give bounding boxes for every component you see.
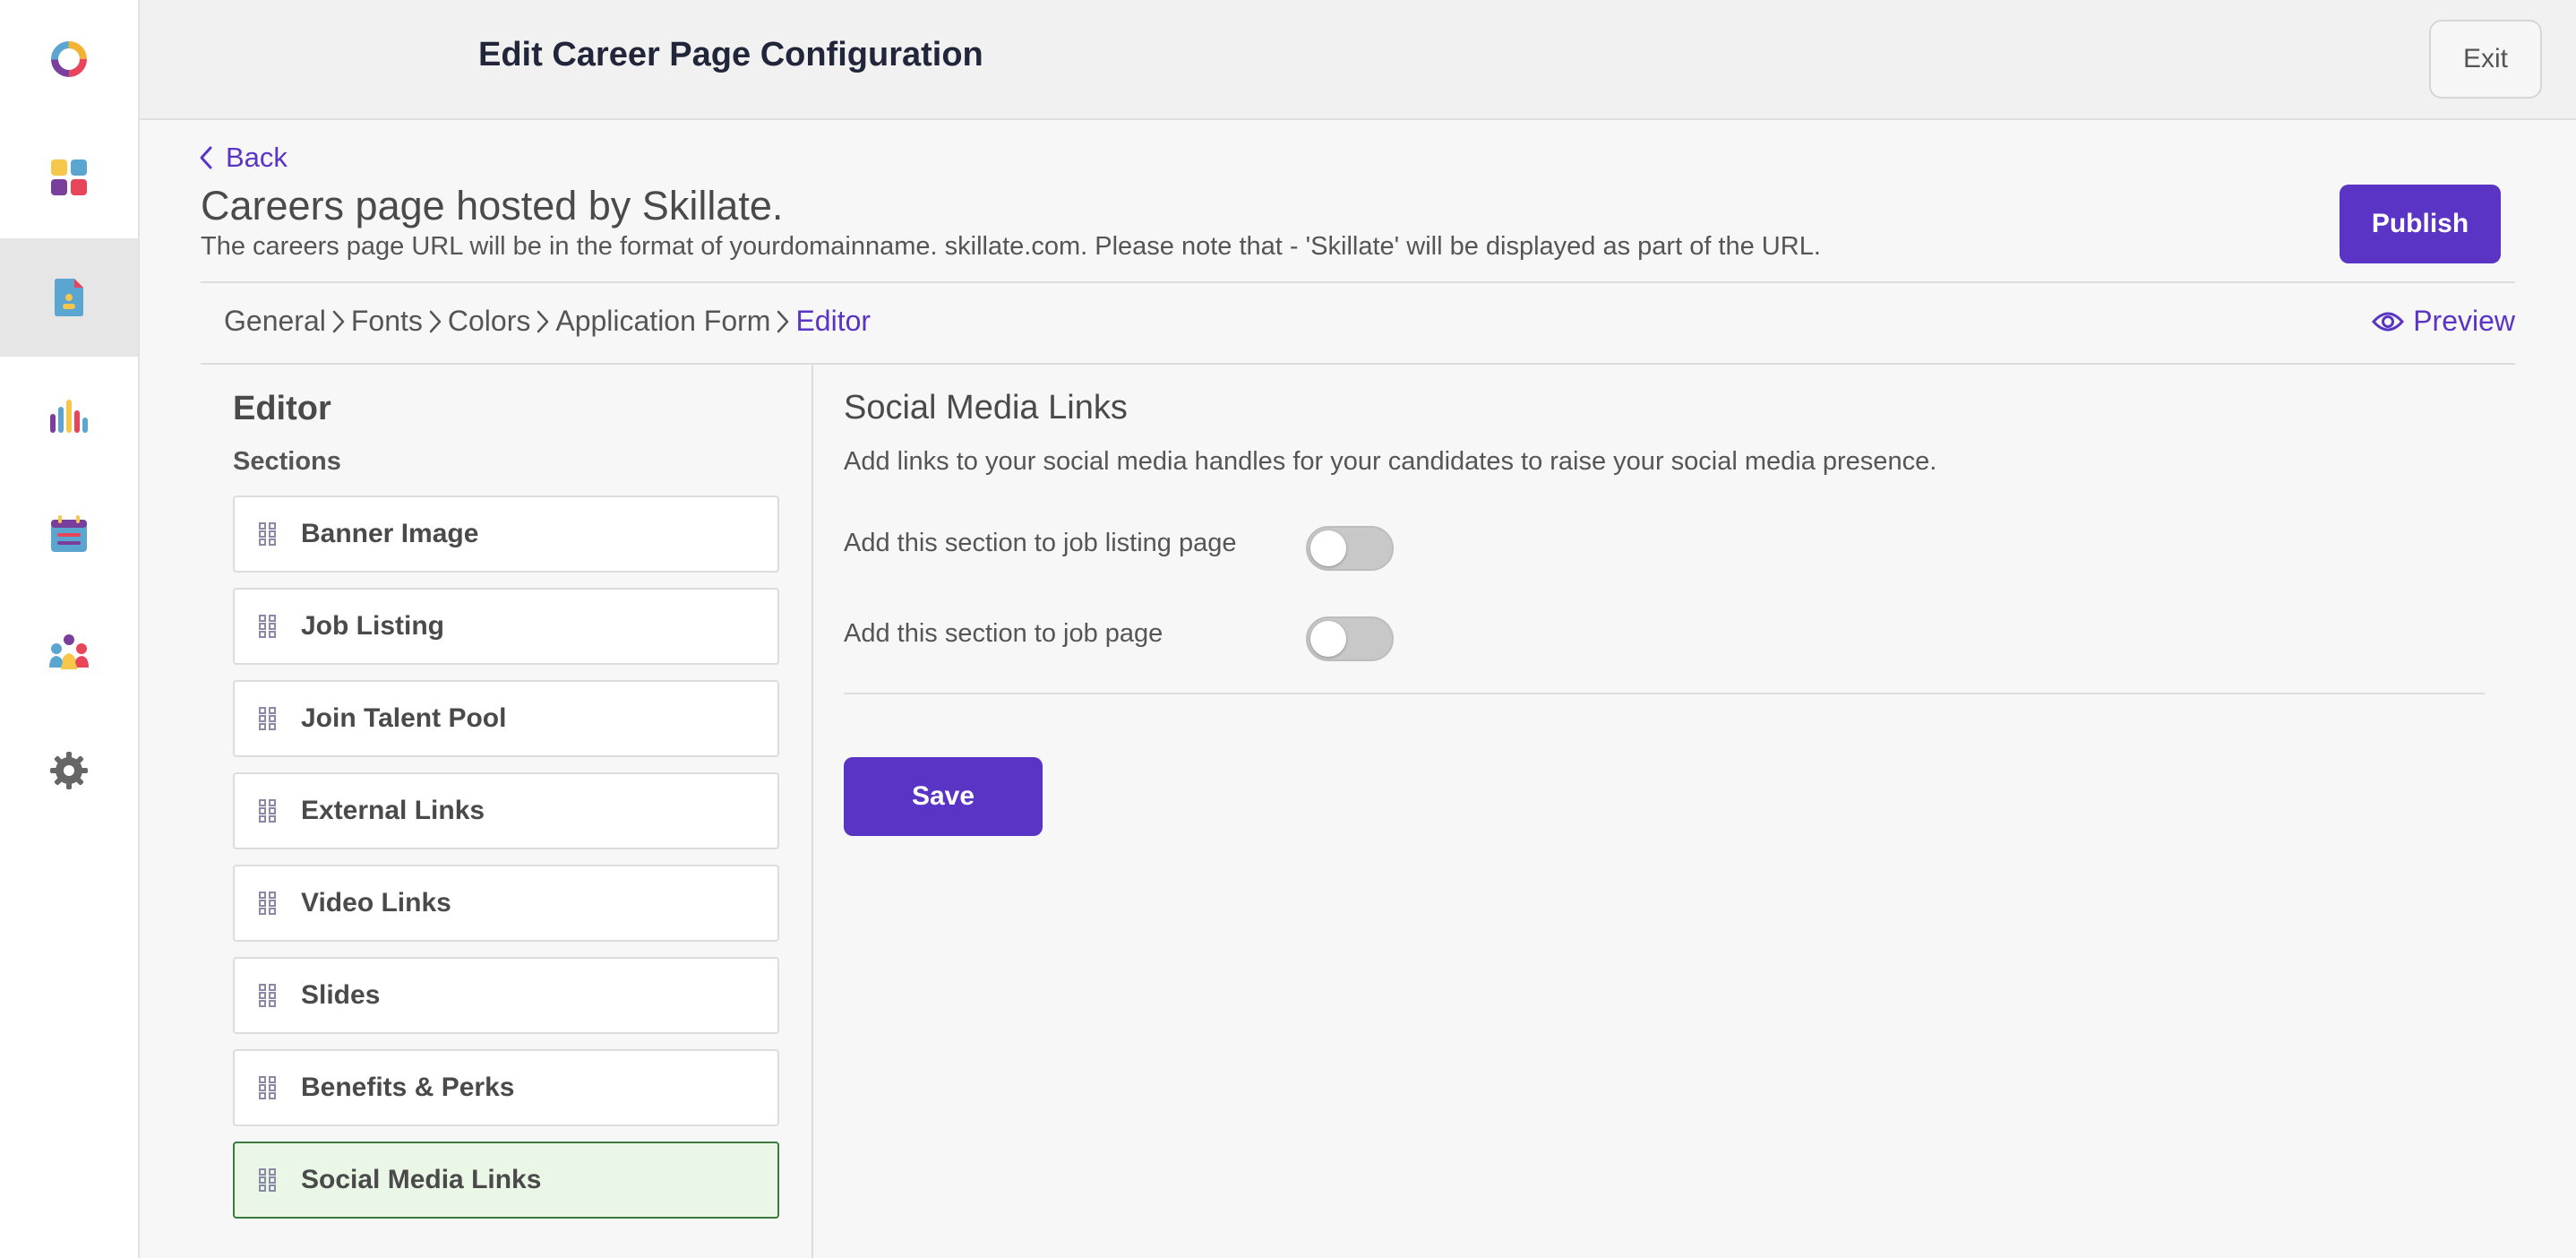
section-item-job-listing[interactable]: Job Listing xyxy=(233,588,779,665)
calendar-icon xyxy=(51,515,87,552)
job-listing-page-toggle[interactable] xyxy=(1306,526,1394,571)
settings-description: Add links to your social media handles f… xyxy=(844,447,1937,476)
section-item-social-media-links[interactable]: Social Media Links xyxy=(233,1142,779,1219)
breadcrumb-editor[interactable]: Editor xyxy=(795,305,871,338)
chevron-right-icon xyxy=(536,308,550,335)
drag-handle-icon[interactable] xyxy=(235,707,301,730)
section-item-slides[interactable]: Slides xyxy=(233,957,779,1034)
toggle-label-job-page: Add this section to job page xyxy=(844,619,1163,648)
section-label: Video Links xyxy=(301,888,451,918)
breadcrumb: General Fonts Colors Application Form Ed… xyxy=(224,305,871,338)
drag-handle-icon[interactable] xyxy=(235,1076,301,1099)
exit-button[interactable]: Exit xyxy=(2429,20,2542,99)
drag-handle-icon[interactable] xyxy=(235,1168,301,1192)
toggle-knob xyxy=(1310,621,1346,657)
icon-sidebar xyxy=(0,0,140,1258)
nav-analytics[interactable] xyxy=(0,357,138,475)
section-label: Social Media Links xyxy=(301,1165,542,1194)
section-item-video-links[interactable]: Video Links xyxy=(233,865,779,942)
back-link[interactable]: Back xyxy=(199,142,288,174)
section-label: Join Talent Pool xyxy=(301,703,507,733)
back-label: Back xyxy=(226,142,288,173)
chevron-left-icon xyxy=(200,146,212,169)
eye-icon xyxy=(2372,312,2405,331)
nav-dashboard[interactable] xyxy=(0,118,138,237)
toggle-label-job-listing-page: Add this section to job listing page xyxy=(844,529,1237,557)
gear-icon xyxy=(50,752,88,789)
header-title: Edit Career Page Configuration xyxy=(478,36,983,73)
nav-calendar[interactable] xyxy=(0,475,138,593)
drag-handle-icon[interactable] xyxy=(235,522,301,546)
breadcrumb-application-form[interactable]: Application Form xyxy=(555,305,770,338)
section-item-join-talent-pool[interactable]: Join Talent Pool xyxy=(233,680,779,757)
top-header: Edit Career Page Configuration Exit xyxy=(140,0,2576,120)
page-title: Careers page hosted by Skillate. xyxy=(201,183,784,228)
toggle-knob xyxy=(1310,530,1346,566)
app-logo[interactable] xyxy=(0,0,138,118)
nav-settings[interactable] xyxy=(0,711,138,830)
team-people-icon xyxy=(49,634,89,669)
logo-ring-icon xyxy=(51,41,87,77)
preview-label: Preview xyxy=(2413,305,2515,337)
career-page-document-icon xyxy=(55,279,83,316)
drag-handle-icon[interactable] xyxy=(235,799,301,823)
breadcrumb-fonts[interactable]: Fonts xyxy=(351,305,423,338)
chevron-right-icon xyxy=(776,308,790,335)
divider xyxy=(201,281,2515,283)
section-item-benefits-perks[interactable]: Benefits & Perks xyxy=(233,1049,779,1126)
analytics-bars-icon xyxy=(50,400,88,433)
job-page-toggle[interactable] xyxy=(1306,616,1394,661)
chevron-right-icon xyxy=(331,308,346,335)
editor-panel: Editor Sections Banner Image Job Listing… xyxy=(201,365,813,1258)
drag-handle-icon[interactable] xyxy=(235,615,301,638)
editor-title: Editor xyxy=(233,390,331,427)
nav-team[interactable] xyxy=(0,593,138,711)
dashboard-grid-icon xyxy=(51,159,87,195)
section-label: Benefits & Perks xyxy=(301,1073,515,1102)
drag-handle-icon[interactable] xyxy=(235,984,301,1007)
publish-button[interactable]: Publish xyxy=(2340,185,2501,263)
section-item-external-links[interactable]: External Links xyxy=(233,772,779,849)
breadcrumb-colors[interactable]: Colors xyxy=(448,305,530,338)
nav-career-page[interactable] xyxy=(0,238,138,357)
save-button[interactable]: Save xyxy=(844,757,1043,836)
divider xyxy=(844,693,2485,694)
chevron-right-icon xyxy=(428,308,442,335)
breadcrumb-general[interactable]: General xyxy=(224,305,326,338)
section-label: Job Listing xyxy=(301,611,444,641)
drag-handle-icon[interactable] xyxy=(235,892,301,915)
section-label: Banner Image xyxy=(301,519,479,548)
preview-link[interactable]: Preview xyxy=(2372,305,2515,338)
section-item-banner-image[interactable]: Banner Image xyxy=(233,495,779,573)
section-label: External Links xyxy=(301,796,485,825)
page-description: The careers page URL will be in the form… xyxy=(201,232,1821,261)
settings-title: Social Media Links xyxy=(844,389,1128,427)
sections-label: Sections xyxy=(233,447,341,476)
section-label: Slides xyxy=(301,980,381,1010)
